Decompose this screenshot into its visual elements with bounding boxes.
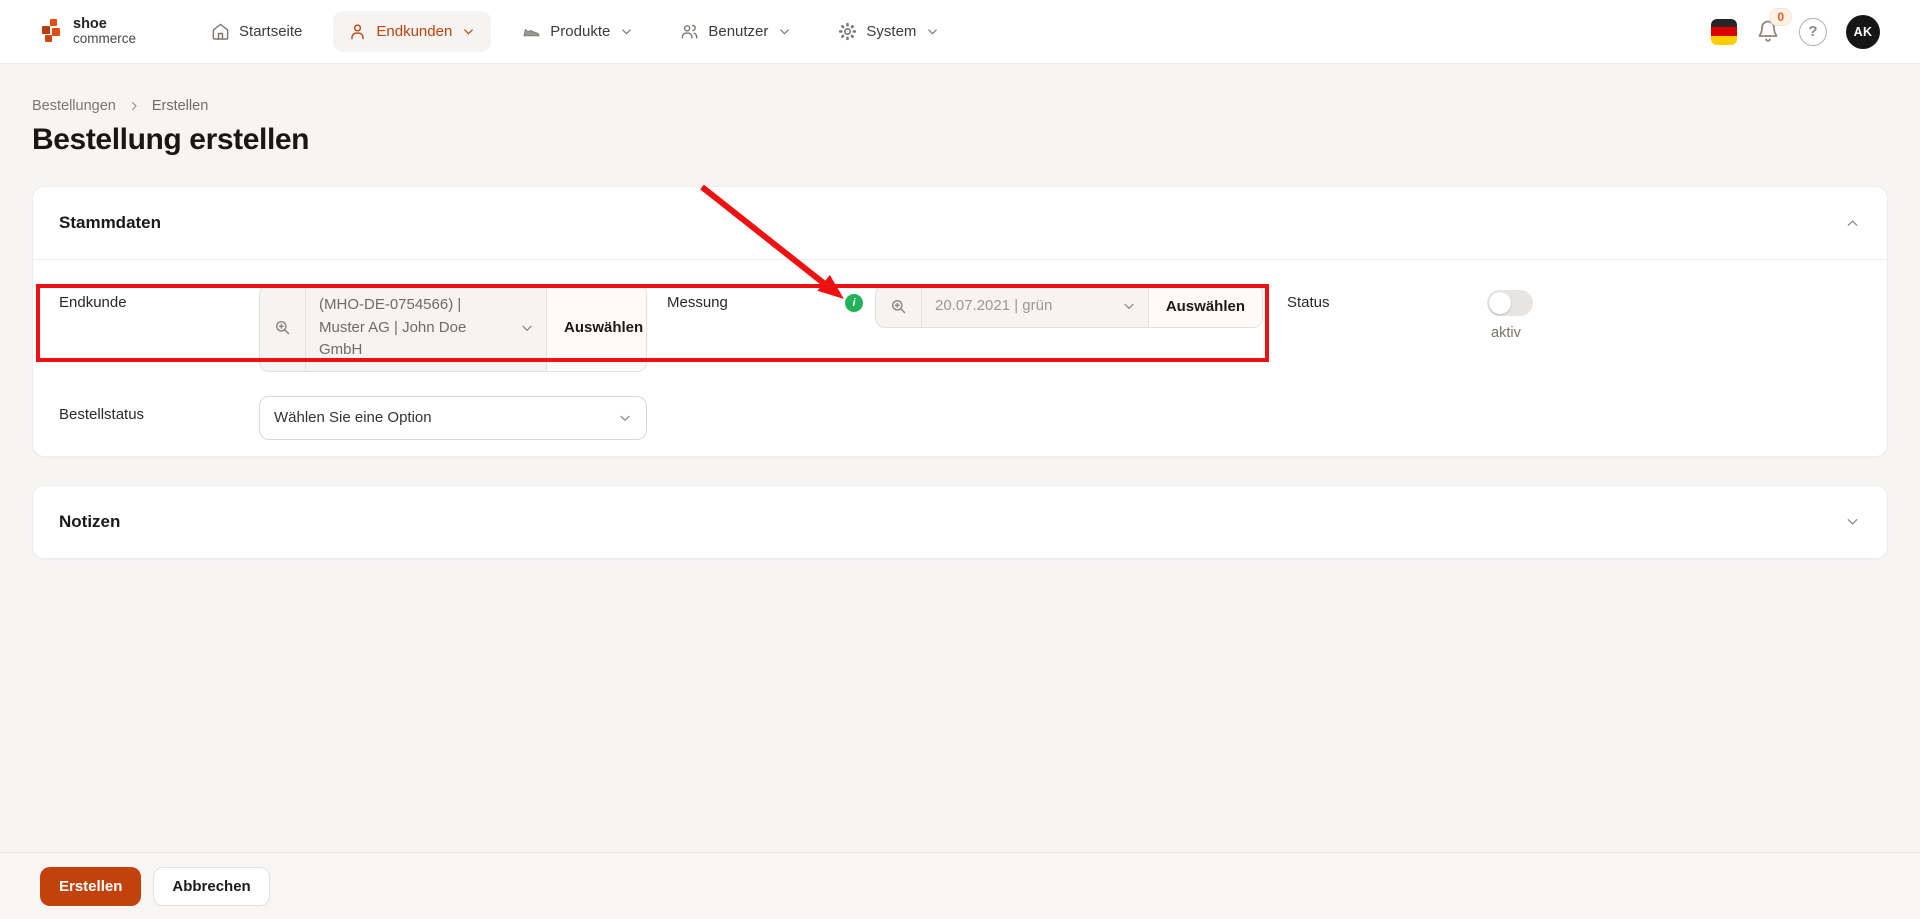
chevron-down-icon: [464, 29, 474, 35]
shoe-icon: [523, 28, 540, 37]
home-icon: [212, 23, 229, 40]
stammdaten-card-body: Endkunde (MHO-DE-0754566) | Muster AG | …: [33, 260, 1887, 456]
chevron-down-icon: [780, 29, 790, 35]
status-label: Status: [1287, 294, 1330, 311]
nav-right-cluster: 0 ? AK: [1711, 7, 1880, 49]
bestellstatus-field: Bestellstatus Wählen Sie eine Option: [59, 395, 647, 440]
breadcrumb: Bestellungen Erstellen: [32, 98, 1888, 114]
endkunde-select[interactable]: (MHO-DE-0754566) | Muster AG | John Doe …: [306, 285, 546, 371]
nav-item-benutzer[interactable]: Benutzer: [665, 11, 807, 52]
brand-logo-icon: [40, 18, 64, 44]
notizen-title: Notizen: [59, 511, 121, 531]
messung-auswaehlen-button[interactable]: Auswählen: [1147, 285, 1262, 327]
language-flag-german[interactable]: [1711, 18, 1737, 45]
gear-icon: [839, 22, 857, 41]
page-title: Bestellung erstellen: [32, 123, 310, 156]
help-button[interactable]: ?: [1799, 17, 1827, 46]
nav-item-label: Benutzer: [708, 23, 769, 40]
brand-logo[interactable]: shoe commerce: [40, 17, 136, 46]
help-glyph: ?: [1808, 23, 1818, 40]
endkunde-auswaehlen-button[interactable]: Auswählen: [546, 285, 646, 371]
nav-item-label: Produkte: [550, 23, 611, 40]
chevron-down-icon: [928, 29, 938, 35]
toggle-knob: [1489, 292, 1511, 314]
nav-item-label: Startseite: [239, 23, 303, 40]
notification-count-badge: 0: [1769, 7, 1792, 26]
page-content: Bestellungen Erstellen Bestellung erstel…: [0, 64, 1920, 852]
main-menu: Startseite Endkunden Produkte Benutzer S…: [196, 11, 955, 52]
zoom-in-icon: [260, 285, 306, 371]
breadcrumb-erstellen[interactable]: Erstellen: [152, 98, 208, 114]
endkunde-field: Endkunde (MHO-DE-0754566) | Muster AG | …: [59, 284, 647, 372]
chevron-down-icon: [1124, 303, 1134, 309]
messung-select-group[interactable]: 20.07.2021 | grün Auswählen: [875, 284, 1263, 328]
status-toggle[interactable]: [1487, 290, 1533, 316]
action-footer: Erstellen Abbrechen: [0, 852, 1920, 919]
notifications-button[interactable]: 0: [1756, 7, 1792, 48]
chevron-down-icon: [622, 29, 632, 35]
notizen-card-header[interactable]: Notizen: [33, 486, 1887, 558]
avatar-initials: AK: [1853, 24, 1873, 39]
bestellstatus-select[interactable]: Wählen Sie eine Option: [259, 395, 647, 440]
form-row-main: Endkunde (MHO-DE-0754566) | Muster AG | …: [59, 284, 1861, 372]
bestellstatus-label: Bestellstatus: [59, 405, 145, 423]
stammdaten-card-header[interactable]: Stammdaten: [33, 187, 1887, 259]
abbrechen-button[interactable]: Abbrechen: [153, 866, 270, 906]
users-icon: [682, 24, 698, 39]
messung-label: Messung: [667, 294, 728, 311]
status-state-label: aktiv: [1491, 325, 1521, 341]
chevron-down-icon[interactable]: [1844, 513, 1861, 530]
avatar[interactable]: AK: [1846, 14, 1880, 49]
user-icon: [351, 24, 365, 40]
notizen-card: Notizen: [32, 484, 1888, 559]
bestellstatus-placeholder: Wählen Sie eine Option: [274, 409, 432, 426]
endkunde-select-group[interactable]: (MHO-DE-0754566) | Muster AG | John Doe …: [259, 284, 647, 372]
nav-item-produkte[interactable]: Produkte: [507, 11, 649, 52]
breadcrumb-bestellungen[interactable]: Bestellungen: [32, 98, 116, 114]
info-icon[interactable]: i: [845, 294, 863, 312]
chevron-right-icon: [131, 101, 137, 111]
messung-field: Messung i 20.07.2021 | grün Auswählen: [667, 284, 1263, 328]
chevron-up-icon[interactable]: [1844, 215, 1861, 232]
nav-item-endkunden[interactable]: Endkunden: [333, 11, 492, 52]
stammdaten-card: Stammdaten Endkunde (MHO-DE-0754566) | M…: [32, 186, 1888, 457]
endkunde-selected-value: (MHO-DE-0754566) | Muster AG | John Doe …: [319, 296, 467, 358]
status-field: Status aktiv: [1287, 284, 1533, 341]
nav-item-label: System: [866, 23, 917, 40]
nav-item-startseite[interactable]: Startseite: [196, 11, 317, 52]
endkunde-label: Endkunde: [59, 294, 127, 311]
brand-name-bottom: commerce: [73, 31, 137, 46]
erstellen-button[interactable]: Erstellen: [40, 866, 142, 906]
messung-select[interactable]: 20.07.2021 | grün: [922, 285, 1148, 327]
nav-item-system[interactable]: System: [823, 11, 955, 52]
chevron-down-icon: [620, 415, 630, 421]
stammdaten-title: Stammdaten: [59, 213, 162, 232]
form-row-bestellstatus: Bestellstatus Wählen Sie eine Option: [59, 395, 1861, 440]
messung-selected-value: 20.07.2021 | grün: [935, 296, 1053, 314]
brand-name-top: shoe: [73, 16, 107, 33]
chevron-down-icon: [522, 325, 532, 331]
top-navigation: shoe commerce Startseite Endkunden Produ…: [0, 0, 1920, 64]
nav-item-label: Endkunden: [376, 23, 453, 40]
zoom-in-icon: [876, 285, 922, 327]
